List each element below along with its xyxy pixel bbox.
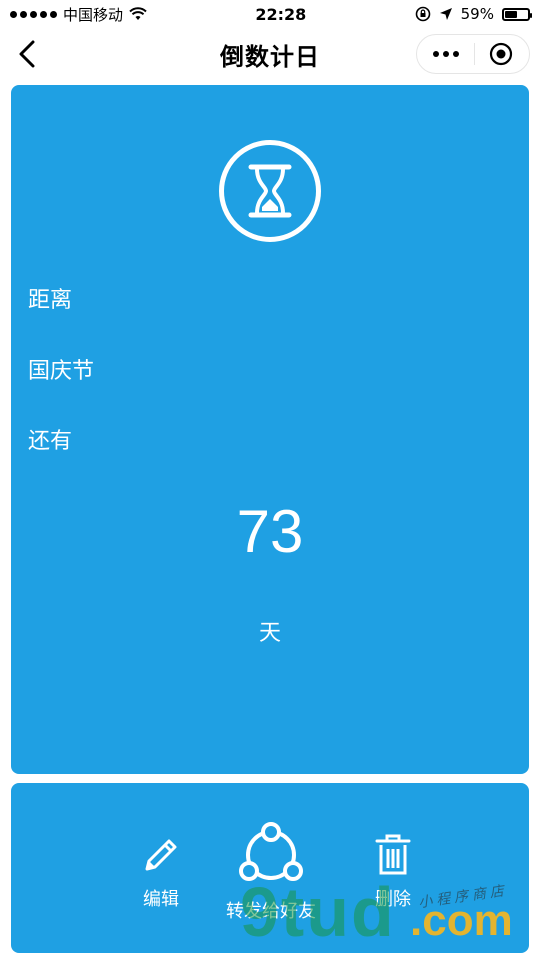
trash-icon <box>375 834 411 875</box>
location-arrow-icon <box>439 8 452 20</box>
event-name: 国庆节 <box>28 359 95 384</box>
page-title: 倒数计日 <box>220 42 320 71</box>
countdown-prefix: 距离 <box>28 288 73 313</box>
status-left: 中国移动 <box>10 4 147 25</box>
edit-label: 编辑 <box>143 889 179 910</box>
carrier-name: 中国移动 <box>63 5 124 24</box>
nav-bar: 倒数计日 <box>0 28 540 80</box>
hourglass-badge <box>219 140 321 242</box>
share-icon <box>239 822 303 881</box>
back-button[interactable] <box>12 34 42 74</box>
signal-icon <box>10 10 57 18</box>
delete-label: 删除 <box>375 889 411 910</box>
countdown-card: 距离 国庆节 还有 73 天 <box>11 85 529 774</box>
status-time: 22:28 <box>255 4 307 24</box>
status-right: 59% <box>415 5 532 23</box>
capsule-divider <box>473 43 475 65</box>
chevron-left-icon <box>19 40 35 68</box>
exit-mini-program-icon[interactable] <box>489 42 513 66</box>
days-unit: 天 <box>258 621 281 646</box>
edit-button[interactable]: 编辑 <box>121 833 201 911</box>
wifi-icon <box>129 7 147 20</box>
pencil-icon <box>145 839 177 871</box>
days-remaining: 73 <box>236 498 304 565</box>
delete-button[interactable]: 删除 <box>353 833 433 911</box>
battery-icon <box>501 7 532 21</box>
action-card: 编辑 转发给好友 删除 <box>11 783 529 953</box>
mini-program-capsule <box>416 34 530 74</box>
battery-percent: 59% <box>460 5 494 23</box>
more-icon[interactable] <box>433 51 459 57</box>
countdown-suffix: 还有 <box>28 429 73 454</box>
hourglass-icon <box>248 164 292 218</box>
share-label: 转发给好友 <box>226 901 316 922</box>
share-to-friend-button[interactable]: 转发给好友 <box>216 821 326 923</box>
status-bar: 中国移动 22:28 59% <box>0 0 540 28</box>
rotation-lock-icon <box>415 6 430 22</box>
